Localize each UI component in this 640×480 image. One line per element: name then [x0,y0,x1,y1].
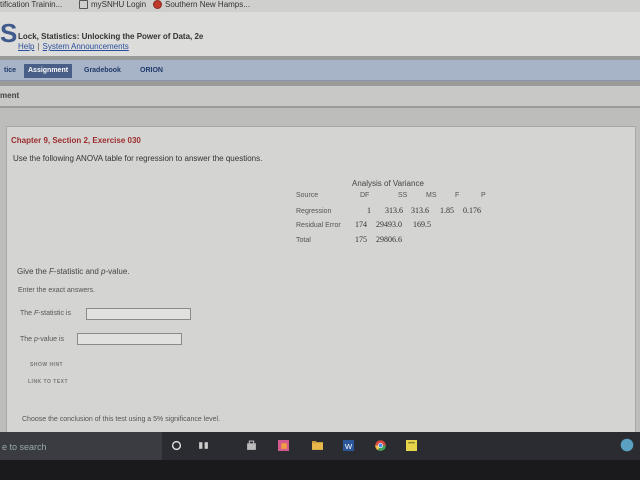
anova-header-p: P [481,192,486,199]
help-link[interactable]: Help [18,42,34,51]
file-explorer-icon[interactable] [312,440,323,451]
exercise-title: Chapter 9, Section 2, Exercise 030 [11,136,141,145]
header-links: Help | System Announcements [18,42,129,51]
task-view-icon[interactable] [198,440,209,451]
anova-cell-p: 0.176 [463,206,481,215]
conclusion-prompt: Choose the conclusion of this test using… [22,416,221,423]
notification-icon[interactable] [620,438,634,452]
prompt-text: Give the [17,267,50,276]
tab-practice[interactable]: tice [0,64,20,78]
p-value-label: The p-value is [20,336,64,343]
anova-row-source: Residual Error [296,222,341,229]
chrome-icon[interactable] [375,440,386,451]
wileyplus-logo: S [0,18,18,48]
cortana-icon[interactable] [171,440,182,451]
photos-icon[interactable] [278,440,289,451]
anova-title: Analysis of Variance [352,179,424,188]
store-icon[interactable] [246,440,257,451]
anova-cell-ss: 313.6 [385,206,403,215]
anova-row-source: Total [296,237,311,244]
tab-assignment[interactable]: Assignment [24,64,73,78]
screen-bezel [0,460,640,480]
prompt-text: -statistic and [53,267,102,276]
anova-header-ss: SS [398,192,408,199]
bookmark-label: mySNHU Login [91,0,147,9]
anova-cell-ms: 313.6 [411,206,429,215]
exact-answers-note: Enter the exact answers. [18,287,96,294]
bookmark-southern-new-hampshire[interactable]: Southern New Hamps... [153,0,250,12]
label-text: -value is [37,336,64,343]
f-statistic-label: The F-statistic is [20,310,71,317]
anova-cell-f: 1.85 [440,206,454,215]
anova-header-ms: MS [426,192,437,199]
search-placeholder: e to search [2,442,47,452]
bookmark-label: Southern New Hamps... [165,0,250,9]
page-heading: ment [0,91,20,100]
label-text: The [20,310,35,317]
prompt-text: -value. [105,267,130,276]
question-panel [6,126,636,434]
anova-cell-ms: 169.5 [413,220,431,229]
word-icon[interactable]: W [343,440,354,451]
tab-orion[interactable]: ORION [136,64,167,78]
anova-cell-ss: 29493.0 [376,220,402,229]
anova-header-f: F [455,192,460,199]
anova-cell-df: 175 [355,235,367,244]
page-subheader: ment [0,86,640,107]
f-statistic-input[interactable] [86,308,191,320]
question-prompt: Give the F-statistic and p-value. [17,267,130,276]
windows-taskbar: e to search W [0,432,640,460]
bookmark-label: tification Trainin... [0,0,63,9]
exercise-instructions: Use the following ANOVA table for regres… [13,154,263,163]
p-value-input[interactable] [77,333,182,345]
anova-header-source: Source [296,192,319,199]
bookmarks-bar: tification Trainin... mySNHU Login South… [0,0,640,12]
link-to-text-link[interactable]: LINK TO TEXT [28,379,68,385]
course-nav: tice Assignment Gradebook ORION [0,60,640,81]
book-title: Lock, Statistics: Unlocking the Power of… [18,32,204,41]
anova-header-df: DF [360,192,370,199]
svg-text:W: W [345,442,353,451]
link-separator: | [37,42,40,51]
anova-row-source: Regression [296,208,332,215]
bookmark-mysnhu[interactable]: mySNHU Login [79,0,146,12]
anova-cell-df: 174 [355,220,367,229]
site-icon [153,0,162,10]
bookmark-training[interactable]: tification Trainin... [0,0,62,12]
system-announcements-link[interactable]: System Announcements [43,42,129,51]
taskbar-search[interactable]: e to search [0,432,162,460]
anova-cell-ss: 29806.6 [376,235,402,244]
page-icon [79,0,88,10]
show-hint-link[interactable]: SHOW HINT [30,362,63,368]
label-text: -statistic is [38,310,71,317]
sticky-notes-icon[interactable] [406,440,417,451]
anova-cell-df: 1 [367,206,371,215]
tab-gradebook[interactable]: Gradebook [80,64,125,78]
label-text: The [20,336,35,343]
